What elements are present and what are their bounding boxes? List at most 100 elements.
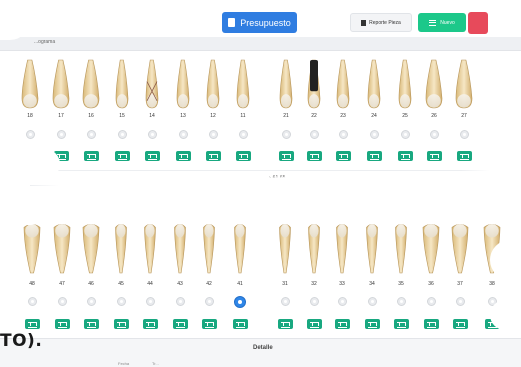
odontogram-button-12[interactable]	[205, 151, 221, 161]
tooth-status-14[interactable]	[147, 130, 157, 139]
odontogram-button-33[interactable]	[334, 319, 350, 329]
tooth-status-23[interactable]	[338, 130, 348, 139]
tooth-status-43[interactable]	[175, 297, 185, 306]
odontogram-button-13[interactable]	[175, 151, 191, 161]
tooth-34[interactable]	[366, 223, 378, 274]
tooth-number-26: 26	[431, 113, 437, 119]
odontogram-button-16[interactable]	[83, 151, 99, 161]
tooth-23[interactable]	[336, 59, 350, 109]
tooth-status-47[interactable]	[57, 297, 67, 306]
tooth-15[interactable]	[115, 59, 129, 109]
tooth-44[interactable]	[144, 223, 156, 274]
odontogram-button-45[interactable]	[113, 319, 129, 329]
brush-overlay	[490, 300, 521, 330]
tooth-24[interactable]	[367, 59, 381, 109]
odontogram-button-37[interactable]	[452, 319, 468, 329]
tooth-48[interactable]	[23, 223, 41, 274]
tooth-31[interactable]	[279, 223, 291, 274]
odontogram-button-24[interactable]	[366, 151, 382, 161]
tooth-status-36[interactable]	[426, 297, 436, 306]
odontogram-button-14[interactable]	[144, 151, 160, 161]
detalle-title: Detalle	[253, 345, 273, 351]
odontogram-button-22[interactable]	[306, 151, 322, 161]
odontogram-button-27[interactable]	[456, 151, 472, 161]
tooth-47[interactable]	[53, 223, 71, 274]
tooth-number-37: 37	[457, 281, 463, 287]
tooth-status-33[interactable]	[337, 297, 347, 306]
tooth-17[interactable]	[52, 59, 70, 109]
tooth-status-11[interactable]	[238, 130, 248, 139]
tooth-status-22[interactable]	[309, 130, 319, 139]
tooth-status-31[interactable]	[280, 297, 290, 306]
odontogram-button-44[interactable]	[142, 319, 158, 329]
tooth-45[interactable]	[115, 223, 127, 274]
tooth-status-27[interactable]	[459, 130, 469, 139]
odontogram-button-47[interactable]	[54, 319, 70, 329]
odontogram-button-34[interactable]	[364, 319, 380, 329]
tooth-status-42[interactable]	[204, 297, 214, 306]
tooth-36[interactable]	[422, 223, 440, 274]
tooth-status-16[interactable]	[86, 130, 96, 139]
odontogram-button-21[interactable]	[278, 151, 294, 161]
tooth-number-11: 11	[240, 113, 246, 119]
tooth-46[interactable]	[82, 223, 100, 274]
tooth-18[interactable]	[21, 59, 39, 109]
tooth-status-44[interactable]	[145, 297, 155, 306]
odontogram-button-46[interactable]	[83, 319, 99, 329]
odontogram-button-23[interactable]	[335, 151, 351, 161]
odontogram-button-43[interactable]	[172, 319, 188, 329]
tooth-status-12[interactable]	[208, 130, 218, 139]
tooth-37[interactable]	[451, 223, 469, 274]
tooth-status-18[interactable]	[25, 130, 35, 139]
tooth-status-48[interactable]	[27, 297, 37, 306]
tooth-43[interactable]	[174, 223, 186, 274]
detalle-col-fecha: Fecha	[118, 361, 130, 366]
tooth-21[interactable]	[279, 59, 293, 109]
tooth-status-37[interactable]	[455, 297, 465, 306]
odontogram-button-42[interactable]	[201, 319, 217, 329]
tooth-status-34[interactable]	[367, 297, 377, 306]
tooth-12[interactable]	[206, 59, 220, 109]
tooth-number-41: 41	[237, 281, 243, 287]
odontogram-button-15[interactable]	[114, 151, 130, 161]
tooth-status-25[interactable]	[400, 130, 410, 139]
tooth-status-26[interactable]	[429, 130, 439, 139]
tooth-11[interactable]	[236, 59, 250, 109]
tooth-number-31: 31	[282, 281, 288, 287]
tooth-22[interactable]	[307, 59, 321, 109]
odontogram-button-32[interactable]	[306, 319, 322, 329]
odontogram-button-48[interactable]	[24, 319, 40, 329]
tooth-35[interactable]	[395, 223, 407, 274]
odontogram-button-41[interactable]	[232, 319, 248, 329]
tooth-status-46[interactable]	[86, 297, 96, 306]
tooth-number-33: 33	[339, 281, 345, 287]
tooth-status-15[interactable]	[117, 130, 127, 139]
tooth-27[interactable]	[455, 59, 473, 109]
tooth-number-32: 32	[311, 281, 317, 287]
tooth-status-21[interactable]	[281, 130, 291, 139]
tooth-status-45[interactable]	[116, 297, 126, 306]
odontogram-button-11[interactable]	[235, 151, 251, 161]
tooth-26[interactable]	[425, 59, 443, 109]
odontogram-button-26[interactable]	[426, 151, 442, 161]
tooth-status-41[interactable]	[234, 295, 246, 308]
odontogram-button-31[interactable]	[277, 319, 293, 329]
tooth-33[interactable]	[336, 223, 348, 274]
tooth-status-13[interactable]	[178, 130, 188, 139]
tooth-number-14: 14	[149, 113, 155, 119]
tooth-25[interactable]	[398, 59, 412, 109]
tooth-41[interactable]	[234, 223, 246, 274]
tooth-16[interactable]	[82, 59, 100, 109]
tooth-status-35[interactable]	[396, 297, 406, 306]
odontogram-button-36[interactable]	[423, 319, 439, 329]
tooth-42[interactable]	[203, 223, 215, 274]
tooth-32[interactable]	[308, 223, 320, 274]
tooth-14[interactable]	[145, 59, 159, 109]
odontogram-button-35[interactable]	[393, 319, 409, 329]
tooth-number-21: 21	[283, 113, 289, 119]
tooth-13[interactable]	[176, 59, 190, 109]
tooth-status-32[interactable]	[309, 297, 319, 306]
odontogram-button-25[interactable]	[397, 151, 413, 161]
tooth-status-17[interactable]	[56, 130, 66, 139]
tooth-status-24[interactable]	[369, 130, 379, 139]
